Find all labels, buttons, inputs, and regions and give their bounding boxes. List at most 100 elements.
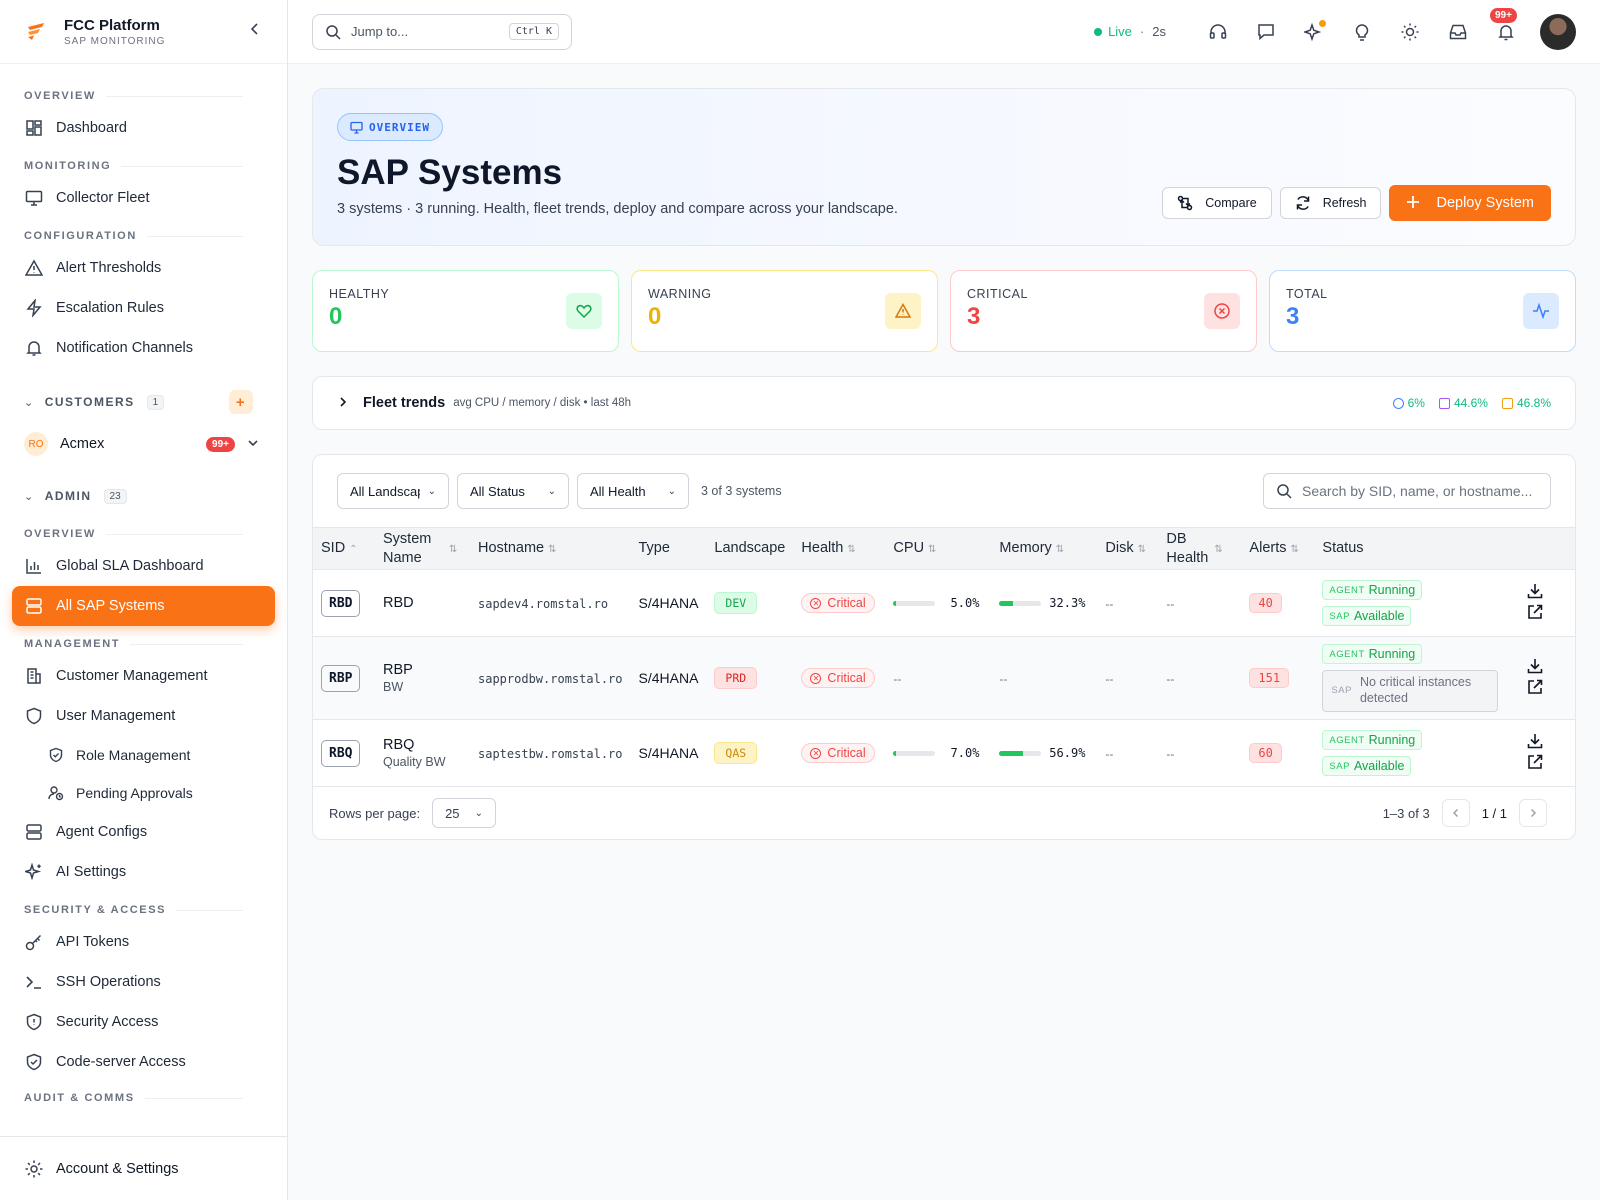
fleet-trends-panel[interactable]: Fleet trends avg CPU / memory / disk • l… [312, 376, 1576, 430]
download-icon[interactable] [1526, 582, 1544, 600]
customer-item[interactable]: RO Acmex 99+ [12, 422, 275, 466]
headset-icon[interactable] [1208, 22, 1228, 42]
system-name: RBQ [383, 737, 415, 753]
col-health[interactable]: Health ⇅ [793, 527, 886, 570]
section-configuration-label: CONFIGURATION [24, 230, 137, 242]
cell-health: ✕ Critical [793, 719, 886, 787]
group-admin-label: ADMIN [44, 489, 92, 503]
sun-icon[interactable] [1400, 22, 1420, 42]
sidebar-item-escalation-rules[interactable]: Escalation Rules [12, 288, 275, 328]
jump-placeholder: Jump to... [351, 24, 409, 39]
lightbulb-icon[interactable] [1352, 22, 1372, 42]
sidebar-item-ssh-operations[interactable]: SSH Operations [12, 962, 275, 1002]
sidebar-item-global-sla[interactable]: Global SLA Dashboard [12, 546, 275, 586]
sidebar-item-ai-settings[interactable]: AI Settings [12, 852, 275, 892]
user-avatar[interactable] [1540, 13, 1576, 50]
hero-actions: Compare Refresh Deploy System [1154, 185, 1551, 221]
sort-icon: ⇅ [1055, 544, 1065, 556]
sidebar-item-account-settings[interactable]: Account & Settings [0, 1136, 287, 1200]
topbar-actions: Live · 2s 99+ [1094, 7, 1576, 50]
sidebar-item-security-access[interactable]: Security Access [12, 1002, 275, 1042]
stat-warning[interactable]: WARNING 0 [631, 270, 938, 352]
page-hero: OVERVIEW SAP Systems 3 systems · 3 runni… [312, 88, 1576, 246]
refresh-button[interactable]: Refresh [1279, 187, 1382, 219]
health-filter-value: All Health [590, 483, 646, 499]
add-customer-button[interactable]: + [229, 390, 253, 414]
bell-icon [24, 338, 44, 358]
cell-type: S/4HANA [630, 636, 707, 720]
chat-icon[interactable] [1256, 22, 1276, 42]
section-admin-overview: OVERVIEW [12, 516, 275, 546]
download-icon[interactable] [1526, 657, 1544, 675]
col-db-health[interactable]: DB Health ⇅ [1158, 527, 1242, 570]
group-admin[interactable]: ⌄ ADMIN 23 [12, 476, 275, 516]
sidebar-item-collector-fleet[interactable]: Collector Fleet [12, 178, 275, 218]
shortcut-hint: Ctrl K [508, 23, 559, 40]
external-link-icon[interactable] [1526, 678, 1544, 696]
next-page-button[interactable] [1519, 799, 1547, 827]
table-row[interactable]: RBQ RBQ Quality BW saptestbw.romstal.ro S… [313, 719, 1575, 787]
stat-critical[interactable]: CRITICAL 3 [950, 270, 1257, 352]
col-sid[interactable]: SID ⌃ [313, 527, 375, 570]
sidebar-item-user-management[interactable]: User Management [12, 696, 275, 736]
chevron-right-icon[interactable] [337, 396, 349, 411]
col-memory[interactable]: Memory ⇅ [991, 527, 1098, 570]
alerts-count[interactable]: 151 [1249, 668, 1290, 688]
systems-search-input[interactable] [1302, 483, 1538, 499]
col-hostname[interactable]: Hostname ⇅ [470, 527, 631, 570]
chevron-down-icon: ⌄ [474, 807, 484, 819]
col-system-name[interactable]: System Name ⇅ [375, 527, 470, 570]
prev-page-button[interactable] [1441, 799, 1470, 827]
col-disk[interactable]: Disk ⇅ [1097, 527, 1159, 570]
sidebar-item-alert-thresholds[interactable]: Alert Thresholds [12, 248, 275, 288]
inbox-icon[interactable] [1448, 22, 1468, 42]
download-icon[interactable] [1526, 732, 1544, 750]
server-icon [24, 822, 44, 842]
health-badge: ✕ Critical [801, 743, 875, 764]
sidebar-item-pending-approvals[interactable]: Pending Approvals [12, 774, 275, 812]
agent-tag: AGENT [1329, 584, 1365, 596]
sidebar-item-code-server[interactable]: Code-server Access [12, 1042, 275, 1082]
chevron-down-icon[interactable] [247, 437, 259, 452]
compare-button[interactable]: Compare [1162, 187, 1272, 219]
sidebar-item-agent-configs[interactable]: Agent Configs [12, 812, 275, 852]
table-row[interactable]: RBD RBD sapdev4.romstal.ro S/4HANA DEV ✕… [313, 569, 1575, 637]
cell-host: sapprodbw.romstal.ro [470, 636, 631, 720]
overview-pill-label: OVERVIEW [369, 120, 430, 134]
sidebar-item-role-management[interactable]: Role Management [12, 736, 275, 774]
agent-tag: AGENT [1329, 734, 1365, 746]
systems-search[interactable] [1263, 473, 1551, 509]
stat-healthy[interactable]: HEALTHY 0 [312, 270, 619, 352]
sidebar-item-dashboard[interactable]: Dashboard [12, 108, 275, 148]
landscape-filter[interactable]: All Landscapes ⌄ [337, 473, 449, 509]
deploy-system-button[interactable]: Deploy System [1389, 185, 1551, 221]
sidebar-item-api-tokens[interactable]: API Tokens [12, 922, 275, 962]
memory-bar: 56.9% [999, 746, 1089, 760]
table-row[interactable]: RBP RBP BW sapprodbw.romstal.ro S/4HANA P… [313, 636, 1575, 720]
cell-memory: 32.3% [991, 569, 1098, 637]
sidebar-item-customer-management[interactable]: Customer Management [12, 656, 275, 696]
notification-bell-icon[interactable]: 99+ [1490, 7, 1517, 42]
col-system-name-label: System Name [383, 530, 432, 566]
sidebar-item-all-sap-systems[interactable]: All SAP Systems [12, 586, 275, 626]
alerts-count[interactable]: 40 [1249, 593, 1282, 613]
sap-tag: SAP [1331, 685, 1352, 697]
sidebar-item-notification-channels[interactable]: Notification Channels [12, 328, 275, 368]
brand-title: FCC Platform [64, 16, 160, 34]
key-icon [24, 932, 44, 952]
external-link-icon[interactable] [1526, 603, 1544, 621]
collapse-sidebar-icon[interactable] [247, 21, 263, 42]
health-filter[interactable]: All Health ⌄ [577, 473, 689, 509]
col-cpu[interactable]: CPU ⇅ [885, 527, 992, 570]
stat-total[interactable]: TOTAL 3 [1269, 270, 1576, 352]
alerts-count[interactable]: 60 [1249, 743, 1282, 763]
x-circle-icon: ✕ [810, 597, 822, 609]
external-link-icon[interactable] [1526, 753, 1544, 771]
col-alerts[interactable]: Alerts ⇅ [1241, 527, 1315, 570]
group-customers[interactable]: ⌄ CUSTOMERS 1 + [12, 382, 275, 422]
sparkles-icon[interactable] [1304, 19, 1326, 42]
rows-per-page-select[interactable]: 25 ⌄ [432, 798, 497, 828]
bar-chart-icon [24, 556, 44, 576]
jump-to-search[interactable]: Jump to... Ctrl K [312, 13, 572, 50]
status-filter[interactable]: All Status ⌄ [457, 473, 569, 509]
